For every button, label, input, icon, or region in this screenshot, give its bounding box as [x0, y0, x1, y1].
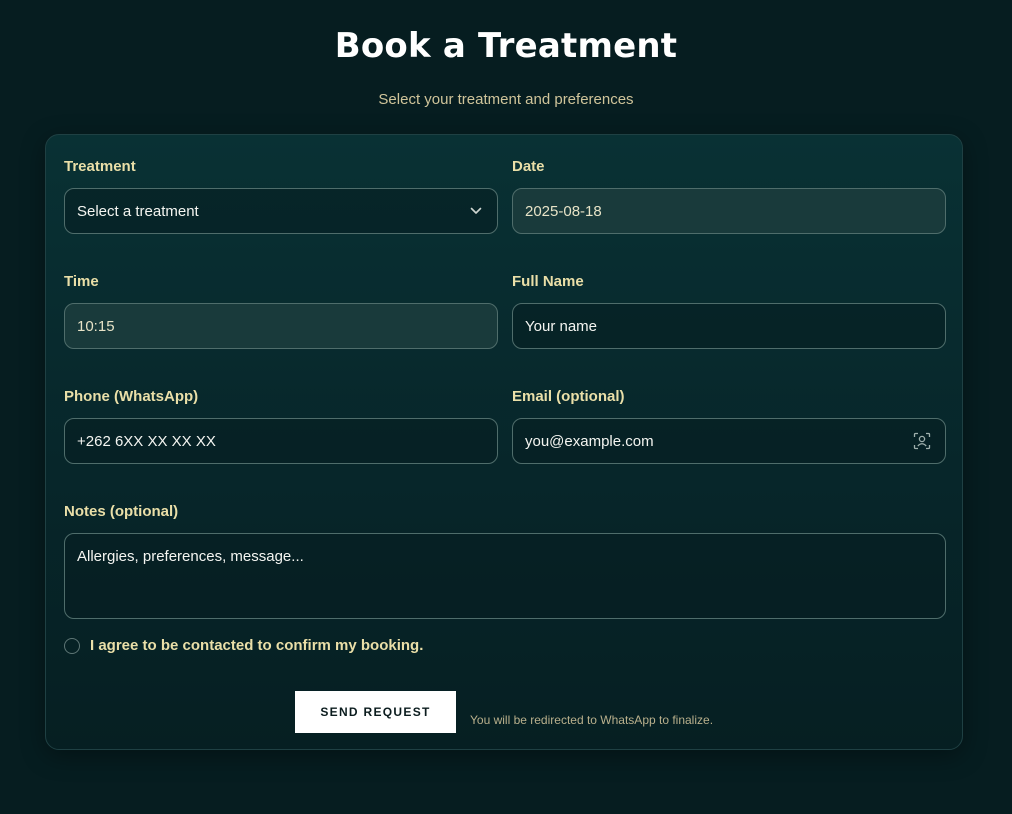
full-name-input[interactable]: Your name — [512, 303, 946, 349]
treatment-select-value: Select a treatment — [77, 202, 199, 220]
notes-textarea[interactable]: Allergies, preferences, message... — [64, 533, 946, 619]
chevron-down-icon — [469, 204, 483, 218]
redirect-note: You will be redirected to WhatsApp to fi… — [470, 713, 714, 727]
consent-checkbox[interactable] — [64, 637, 80, 654]
phone-label: Phone (WhatsApp) — [64, 388, 199, 405]
booking-page: Book a Treatment Select your treatment a… — [0, 0, 1012, 814]
notes-placeholder: Allergies, preferences, message... — [77, 548, 304, 565]
date-label: Date — [512, 158, 545, 175]
full-name-label: Full Name — [512, 273, 584, 290]
consent-row[interactable]: I agree to be contacted to confirm my bo… — [64, 637, 423, 654]
notes-label: Notes (optional) — [64, 503, 179, 520]
page-subtitle: Select your treatment and preferences — [378, 91, 634, 108]
contact-card-icon[interactable] — [912, 431, 932, 451]
time-field[interactable]: 10:15 — [64, 303, 498, 349]
email-placeholder: you@example.com — [525, 432, 654, 450]
phone-input[interactable]: +262 6XX XX XX XX — [64, 418, 498, 464]
booking-form-card: Treatment Select a treatment Date 2025-0… — [45, 134, 963, 750]
page-title: Book a Treatment — [334, 26, 678, 66]
treatment-label: Treatment — [64, 158, 136, 175]
date-value: 2025-08-18 — [525, 202, 602, 220]
time-value: 10:15 — [77, 317, 115, 335]
email-input[interactable]: you@example.com — [512, 418, 946, 464]
phone-placeholder: +262 6XX XX XX XX — [77, 432, 216, 450]
email-label: Email (optional) — [512, 388, 625, 405]
treatment-select[interactable]: Select a treatment — [64, 188, 498, 234]
date-field[interactable]: 2025-08-18 — [512, 188, 946, 234]
consent-label[interactable]: I agree to be contacted to confirm my bo… — [90, 637, 423, 654]
send-request-button[interactable]: SEND REQUEST — [295, 691, 456, 733]
full-name-placeholder: Your name — [525, 317, 597, 335]
time-label: Time — [64, 273, 99, 290]
